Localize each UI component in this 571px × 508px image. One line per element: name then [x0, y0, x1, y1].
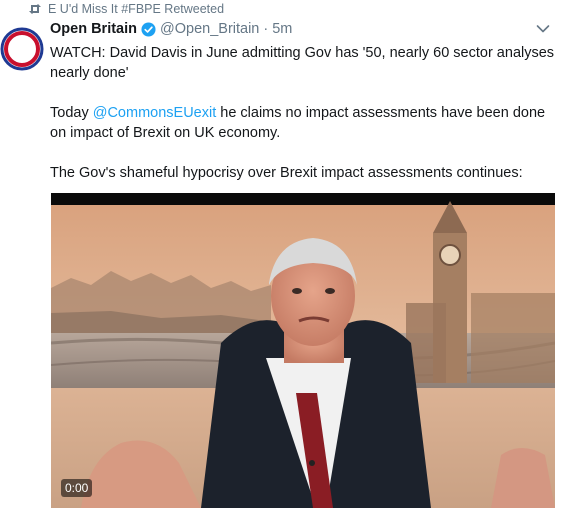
video-frame [51, 193, 555, 508]
retweet-context[interactable]: E U'd Miss It #FBPE Retweeted [28, 2, 224, 16]
tweet-timestamp[interactable]: 5m [272, 21, 292, 37]
paragraph-2-prefix: Today [50, 105, 93, 121]
avatar[interactable] [0, 27, 44, 71]
tweet-paragraph-2: Today @CommonsEUexit he claims no impact… [50, 103, 560, 143]
chevron-down-icon[interactable] [536, 24, 550, 34]
verified-badge-icon [141, 21, 156, 37]
tweet-paragraph-1: WATCH: David Davis in June admitting Gov… [50, 45, 555, 81]
user-handle[interactable]: @Open_Britain [160, 21, 259, 37]
separator-dot: · [263, 21, 269, 37]
video-timestamp: 0:00 [61, 479, 93, 497]
retweet-icon [28, 3, 42, 15]
retweet-label: E U'd Miss It #FBPE Retweeted [48, 2, 225, 16]
tweet-header: Open Britain @Open_Britain · 5m [50, 21, 292, 37]
tweet-text: WATCH: David Davis in June admitting Gov… [50, 43, 560, 183]
display-name[interactable]: Open Britain [50, 21, 137, 37]
video-player[interactable]: 0:00 [51, 193, 555, 508]
tweet-paragraph-3: The Gov's shameful hypocrisy over Brexit… [50, 165, 523, 181]
mention-link[interactable]: @CommonsEUexit [93, 105, 217, 121]
